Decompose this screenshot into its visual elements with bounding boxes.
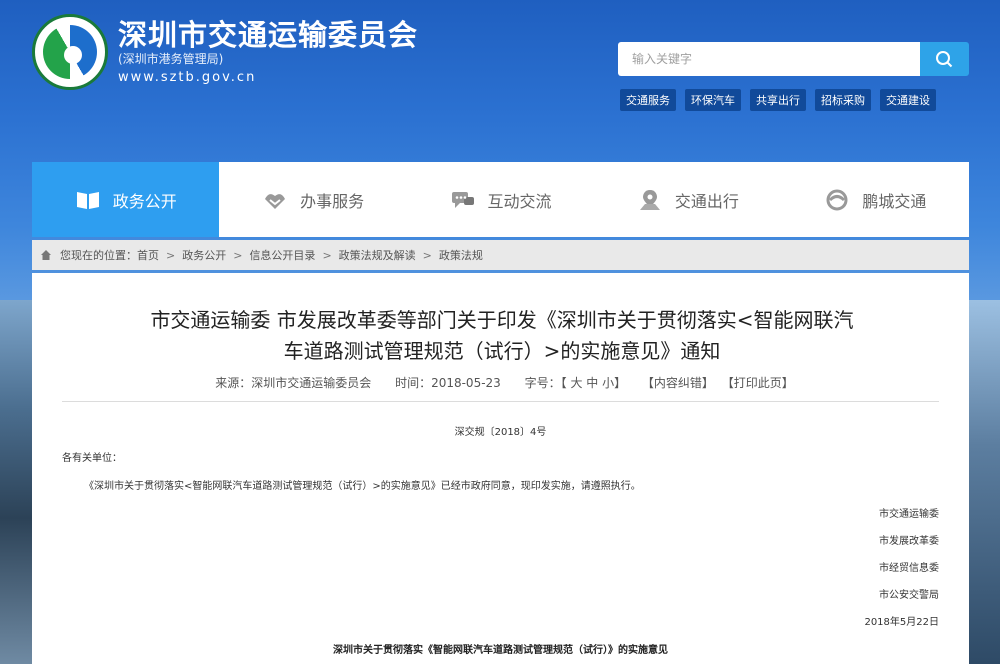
signatory: 市发展改革委 <box>879 536 939 547</box>
article-meta: 来源：深圳市交通运输委员会 时间：2018-05-23 字号：【 大 中 小】 … <box>32 374 969 391</box>
breadcrumb-separator: > <box>422 248 432 262</box>
salutation: 各有关单位： <box>62 453 122 464</box>
breadcrumb-policy-laws[interactable]: 政策法规 <box>439 247 483 263</box>
quick-link-traffic-service[interactable]: 交通服务 <box>620 89 676 111</box>
quick-link-eco-car[interactable]: 环保汽车 <box>685 89 741 111</box>
breadcrumb-home[interactable]: 首页 <box>137 247 159 263</box>
breadcrumb-policy-interpretation[interactable]: 政策法规及解读 <box>339 247 416 263</box>
logo-core <box>64 46 82 64</box>
nav-item-label: 互动交流 <box>487 191 552 211</box>
breadcrumb-separator: > <box>322 248 332 262</box>
breadcrumb-prefix: 您现在的位置： <box>60 249 137 262</box>
article-body: 《深圳市关于贯彻落实<智能网联汽车道路测试管理规范（试行）>的实施意见》已经市政… <box>84 481 641 492</box>
article-content: 市交通运输委 市发展改革委等部门关于印发《深圳市关于贯彻落实<智能网联汽 车道路… <box>32 273 969 664</box>
article-source: 来源：深圳市交通运输委员会 <box>215 376 372 390</box>
quick-link-procurement[interactable]: 招标采购 <box>815 89 871 111</box>
nav-item-label: 交通出行 <box>674 191 739 211</box>
content-error-link[interactable]: 【内容纠错】 <box>642 376 714 390</box>
print-page-link[interactable]: 【打印此页】 <box>722 376 794 390</box>
document-date: 2018年5月22日 <box>864 617 939 628</box>
appendix-title: 深圳市关于贯彻落实《智能网联汽车道路测试管理规范（试行）》的实施意见 <box>333 645 668 656</box>
document-number: 深交规〔2018〕4号 <box>454 427 547 438</box>
background-scene-right <box>968 300 1000 664</box>
site-logo[interactable] <box>32 14 108 90</box>
nav-item-label: 政务公开 <box>112 191 177 211</box>
signatory: 市经贸信息委 <box>879 563 939 574</box>
article-time: 时间：2018-05-23 <box>395 376 501 390</box>
book-icon <box>76 191 99 209</box>
nav-item-pengcheng-transport[interactable]: 鹏城交通 <box>782 162 969 237</box>
handshake-icon <box>265 193 286 209</box>
nav-item-label: 办事服务 <box>300 191 365 211</box>
article-title-line2: 车道路测试管理规范（试行）>的实施意见》通知 <box>283 339 721 363</box>
quick-link-shared-travel[interactable]: 共享出行 <box>750 89 806 111</box>
quick-link-construction[interactable]: 交通建设 <box>880 89 936 111</box>
nav-item-government-affairs[interactable]: 政务公开 <box>32 162 220 237</box>
site-title: 深圳市交通运输委员会 <box>118 18 419 52</box>
chat-icon <box>451 191 474 208</box>
article-title: 市交通运输委 市发展改革委等部门关于印发《深圳市关于贯彻落实<智能网联汽 车道路… <box>92 305 912 367</box>
home-icon <box>41 250 51 260</box>
quick-links: 交通服务 环保汽车 共享出行 招标采购 交通建设 <box>620 89 936 111</box>
site-url: www.sztb.gov.cn <box>118 70 257 85</box>
article-title-line1: 市交通运输委 市发展改革委等部门关于印发《深圳市关于贯彻落实<智能网联汽 <box>150 308 854 332</box>
breadcrumb-government-affairs[interactable]: 政务公开 <box>182 247 226 263</box>
breadcrumb-separator: > <box>233 248 243 262</box>
search-icon <box>936 51 953 68</box>
nav-item-travel[interactable]: 交通出行 <box>594 162 781 237</box>
signatory: 市交通运输委 <box>879 509 939 520</box>
swirl-logo-icon <box>826 189 848 210</box>
map-pin-icon <box>639 189 660 210</box>
breadcrumb: 您现在的位置： 首页 > 政务公开 > 信息公开目录 > 政策法规及解读 > 政… <box>32 240 969 270</box>
meta-divider <box>62 401 939 402</box>
search-button[interactable] <box>920 42 969 76</box>
site-header: 深圳市交通运输委员会 (深圳市港务管理局) www.sztb.gov.cn 交通… <box>0 0 1000 162</box>
main-nav: 政务公开 办事服务 互动交流 交通出行 鹏城交通 <box>32 162 969 237</box>
site-subtitle: (深圳市港务管理局) <box>118 52 224 66</box>
search-input[interactable] <box>618 42 920 76</box>
signatory: 市公安交警局 <box>879 590 939 601</box>
font-size-controls[interactable]: 字号：【 大 中 小】 <box>525 376 626 390</box>
breadcrumb-separator: > <box>166 248 176 262</box>
nav-item-services[interactable]: 办事服务 <box>219 162 406 237</box>
nav-item-interaction[interactable]: 互动交流 <box>407 162 594 237</box>
breadcrumb-info-catalog[interactable]: 信息公开目录 <box>249 247 315 263</box>
nav-item-label: 鹏城交通 <box>862 191 927 211</box>
